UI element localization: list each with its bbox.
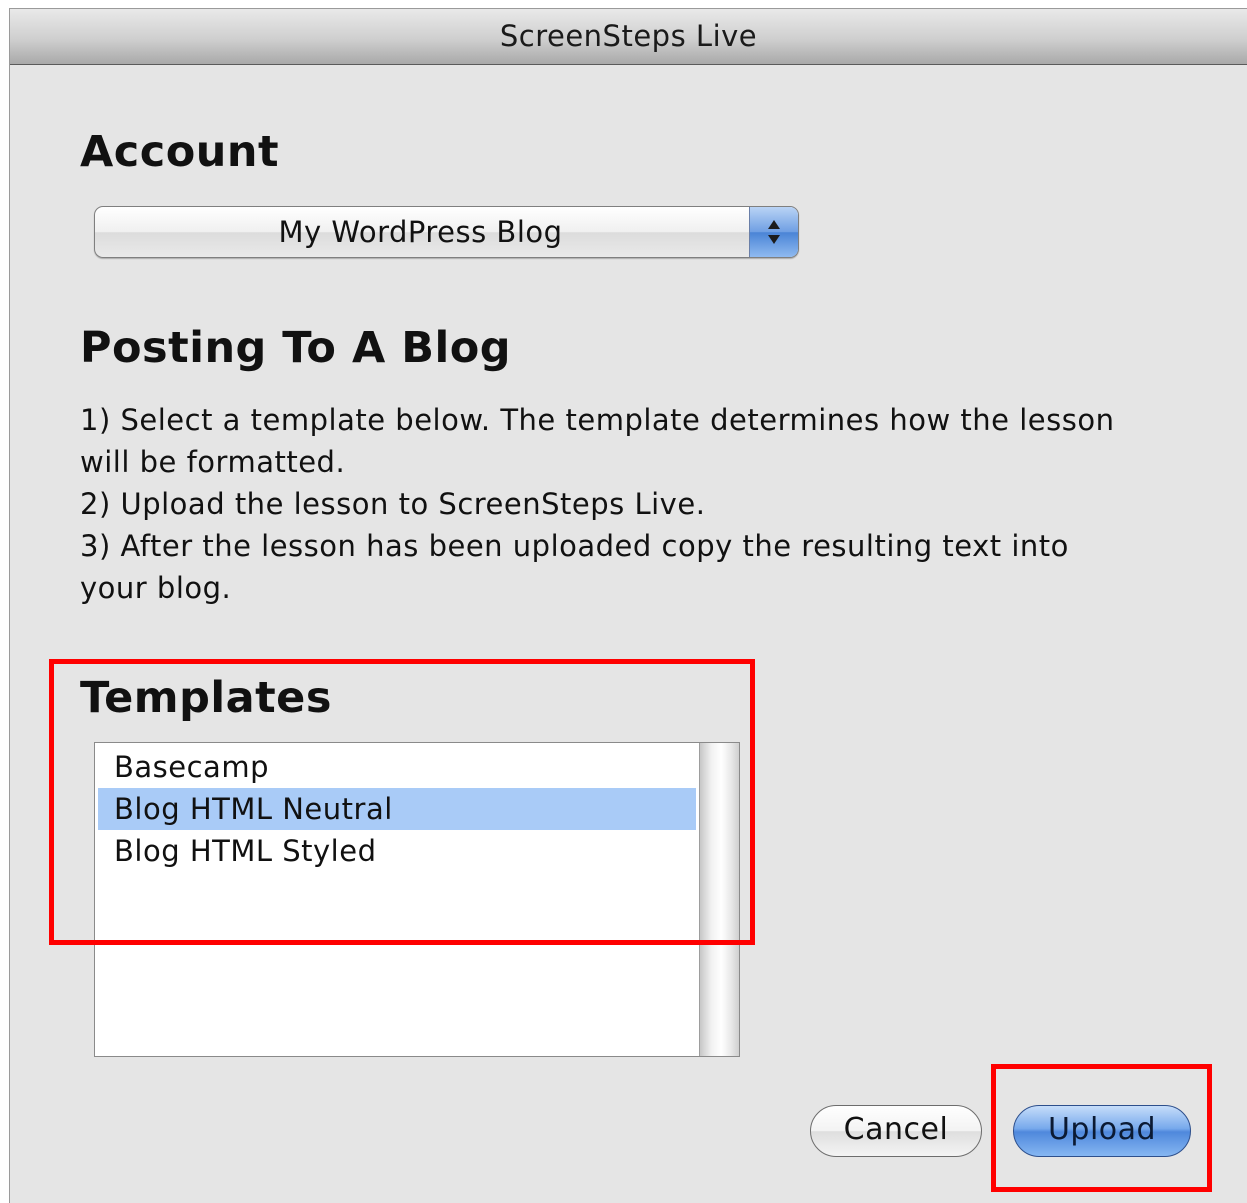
account-popup-button[interactable]: My WordPress Blog	[94, 206, 799, 258]
instruction-line: 2) Upload the lesson to ScreenSteps Live…	[80, 487, 706, 521]
instructions-text: 1) Select a template below. The template…	[80, 399, 1160, 609]
account-selected-value: My WordPress Blog	[278, 215, 563, 249]
instruction-line: your blog.	[80, 571, 232, 605]
posting-heading: Posting To A Blog	[80, 323, 512, 373]
upload-highlight-box	[991, 1064, 1212, 1192]
cancel-button[interactable]: Cancel	[810, 1105, 982, 1157]
instruction-line: 1) Select a template below. The template…	[80, 403, 1115, 437]
account-heading: Account	[80, 127, 280, 177]
instruction-line: 3) After the lesson has been uploaded co…	[80, 529, 1069, 563]
templates-highlight-box	[49, 659, 755, 945]
window-title: ScreenSteps Live	[10, 9, 1247, 65]
popup-arrows-icon	[749, 207, 798, 257]
instruction-line: will be formatted.	[80, 445, 346, 479]
dialog-window: ScreenSteps Live Account My WordPress Bl…	[9, 8, 1247, 1203]
